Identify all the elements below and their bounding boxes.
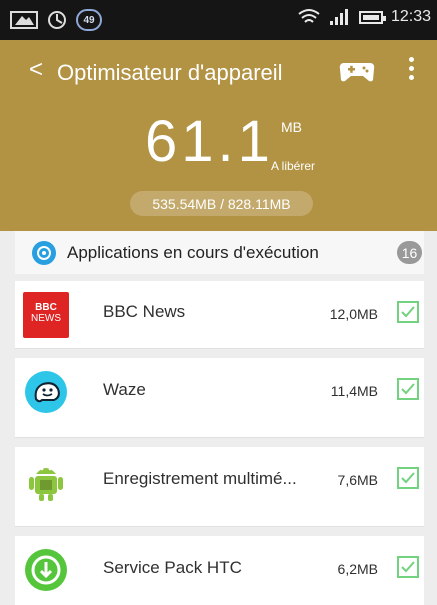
app-size: 12,0MB: [329, 306, 378, 322]
page-title: Optimisateur d'appareil: [57, 60, 283, 85]
status-bar: 49 12:33: [0, 0, 437, 40]
running-apps-count: 16: [397, 241, 422, 264]
app-row-media-recording[interactable]: Enregistrement multimé... 7,6MB: [15, 447, 424, 527]
sync-icon: [48, 11, 66, 29]
waze-icon: [25, 371, 67, 413]
app-size: 7,6MB: [337, 472, 378, 488]
battery-icon: [358, 10, 386, 24]
running-apps-header: Applications en cours d'exécution 16: [15, 231, 424, 274]
app-name: Waze: [103, 380, 146, 399]
service-pack-icon: [25, 549, 67, 591]
app-name: Service Pack HTC: [103, 558, 242, 577]
notification-count-badge: 49: [76, 9, 102, 31]
back-button[interactable]: <: [29, 56, 43, 84]
memory-usage-pill: 535.54MB / 828.11MB: [130, 191, 313, 216]
app-size: 6,2MB: [337, 561, 378, 577]
bbc-news-icon: BBC NEWS: [23, 292, 69, 338]
app-name: BBC News: [103, 302, 186, 321]
memory-caption: A libérer: [271, 159, 316, 173]
screenshot-icon: [10, 11, 38, 29]
signal-icon: [329, 9, 348, 25]
running-apps-list: BBC NEWS BBC News 12,0MB Waze 11,4MB Enr…: [15, 281, 424, 605]
clock: 12:33: [390, 8, 431, 25]
checkbox-icon[interactable]: [397, 467, 419, 489]
memory-unit: MB: [281, 119, 302, 135]
app-row-service-pack-htc[interactable]: Service Pack HTC 6,2MB: [15, 536, 424, 605]
toolbar: < Optimisateur d'appareil: [0, 40, 437, 102]
android-icon: [29, 467, 63, 501]
checkbox-icon[interactable]: [397, 556, 419, 578]
app-name: Enregistrement multimé...: [103, 469, 297, 488]
overflow-menu-icon[interactable]: [405, 57, 417, 87]
running-apps-icon: [32, 240, 56, 265]
wifi-icon: [298, 9, 320, 23]
optimizer-header: < Optimisateur d'appareil 61.1 MB A libé…: [0, 40, 437, 231]
status-right-icons: 12:33: [297, 8, 431, 26]
memory-to-free-value: 61.1: [145, 109, 274, 174]
running-apps-title: Applications en cours d'exécution: [67, 242, 319, 262]
status-left-icons: 49: [10, 9, 102, 31]
game-controller-icon[interactable]: [339, 58, 375, 83]
app-size: 11,4MB: [330, 383, 378, 399]
checkbox-icon[interactable]: [397, 378, 419, 400]
app-row-bbc-news[interactable]: BBC NEWS BBC News 12,0MB: [15, 281, 424, 349]
app-row-waze[interactable]: Waze 11,4MB: [15, 358, 424, 438]
checkbox-icon[interactable]: [397, 301, 419, 323]
